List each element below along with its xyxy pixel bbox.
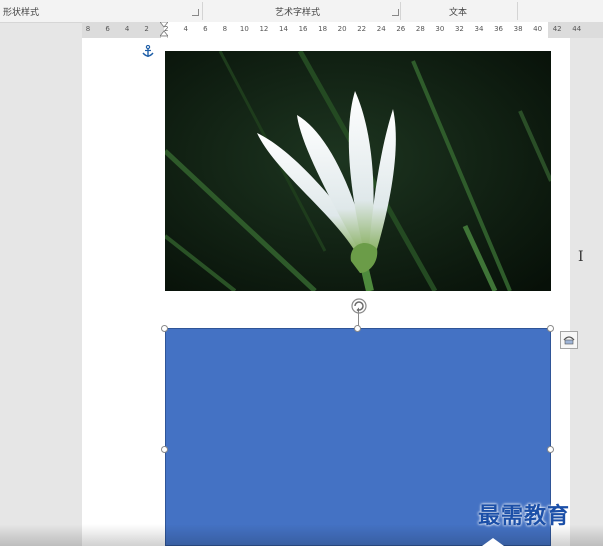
- scroll-indicator-icon[interactable]: [482, 536, 504, 546]
- text-cursor-icon: I: [578, 249, 584, 265]
- ruler-tick-label: 4: [183, 25, 188, 33]
- ruler-tick-label: 22: [357, 25, 367, 33]
- ruler-tick-label: 34: [474, 25, 484, 33]
- ruler-tick-label: 6: [203, 25, 208, 33]
- ruler-tick-label: 24: [376, 25, 386, 33]
- ruler-tick-label: 8: [85, 25, 91, 33]
- ruler-tick-label: 8: [222, 25, 228, 33]
- layout-options-button[interactable]: [560, 331, 578, 349]
- ruler-tick-label: 40: [533, 25, 543, 33]
- ruler-tick-label: 20: [337, 25, 347, 33]
- ruler-text-area: [164, 22, 548, 38]
- wordart-styles-launcher[interactable]: [392, 9, 399, 16]
- ribbon-bar: 形状样式 艺术字样式 文本: [0, 0, 603, 23]
- ruler-tick-label: 2: [144, 25, 149, 33]
- text-group-label: 文本: [449, 8, 468, 18]
- resize-handle-left[interactable]: [161, 446, 168, 453]
- ruler-tick-label: 32: [454, 25, 464, 33]
- ruler-tick-label: 26: [396, 25, 406, 33]
- resize-handle-right[interactable]: [547, 446, 554, 453]
- wordart-styles-group-label: 艺术字样式: [275, 8, 321, 18]
- group-divider: [400, 2, 401, 20]
- ruler-tick-label: 16: [298, 25, 308, 33]
- ruler-tick-label: 4: [124, 25, 130, 33]
- ruler-tick-label: 14: [279, 25, 288, 33]
- resize-handle-top-left[interactable]: [161, 325, 168, 332]
- ruler-tick-label: 18: [318, 25, 328, 33]
- rotate-handle-icon[interactable]: [350, 297, 368, 315]
- resize-handle-top-right[interactable]: [547, 325, 554, 332]
- ruler-tick-label: 12: [259, 25, 269, 33]
- ruler-tick-label: 44: [572, 25, 582, 33]
- ruler-tick-label: 10: [239, 25, 249, 33]
- group-divider: [202, 2, 203, 20]
- left-workspace: [0, 38, 82, 546]
- anchor-icon: [142, 45, 154, 57]
- ruler-tick-label: 6: [105, 25, 110, 33]
- watermark-logo: 最需教育: [478, 503, 571, 529]
- ruler-tick-label: 42: [552, 25, 562, 33]
- flower-photo[interactable]: [165, 51, 551, 291]
- ruler-tick-label: 30: [435, 25, 445, 33]
- resize-handle-top[interactable]: [354, 325, 361, 332]
- ruler-tick-label: 28: [415, 25, 425, 33]
- ruler-tick-label: 36: [494, 25, 504, 33]
- layout-options-icon: [563, 336, 575, 345]
- ruler-tick-label: 38: [513, 25, 523, 33]
- group-divider: [517, 2, 518, 20]
- shape-styles-launcher[interactable]: [192, 9, 199, 16]
- shape-styles-group-label: 形状样式: [3, 8, 40, 18]
